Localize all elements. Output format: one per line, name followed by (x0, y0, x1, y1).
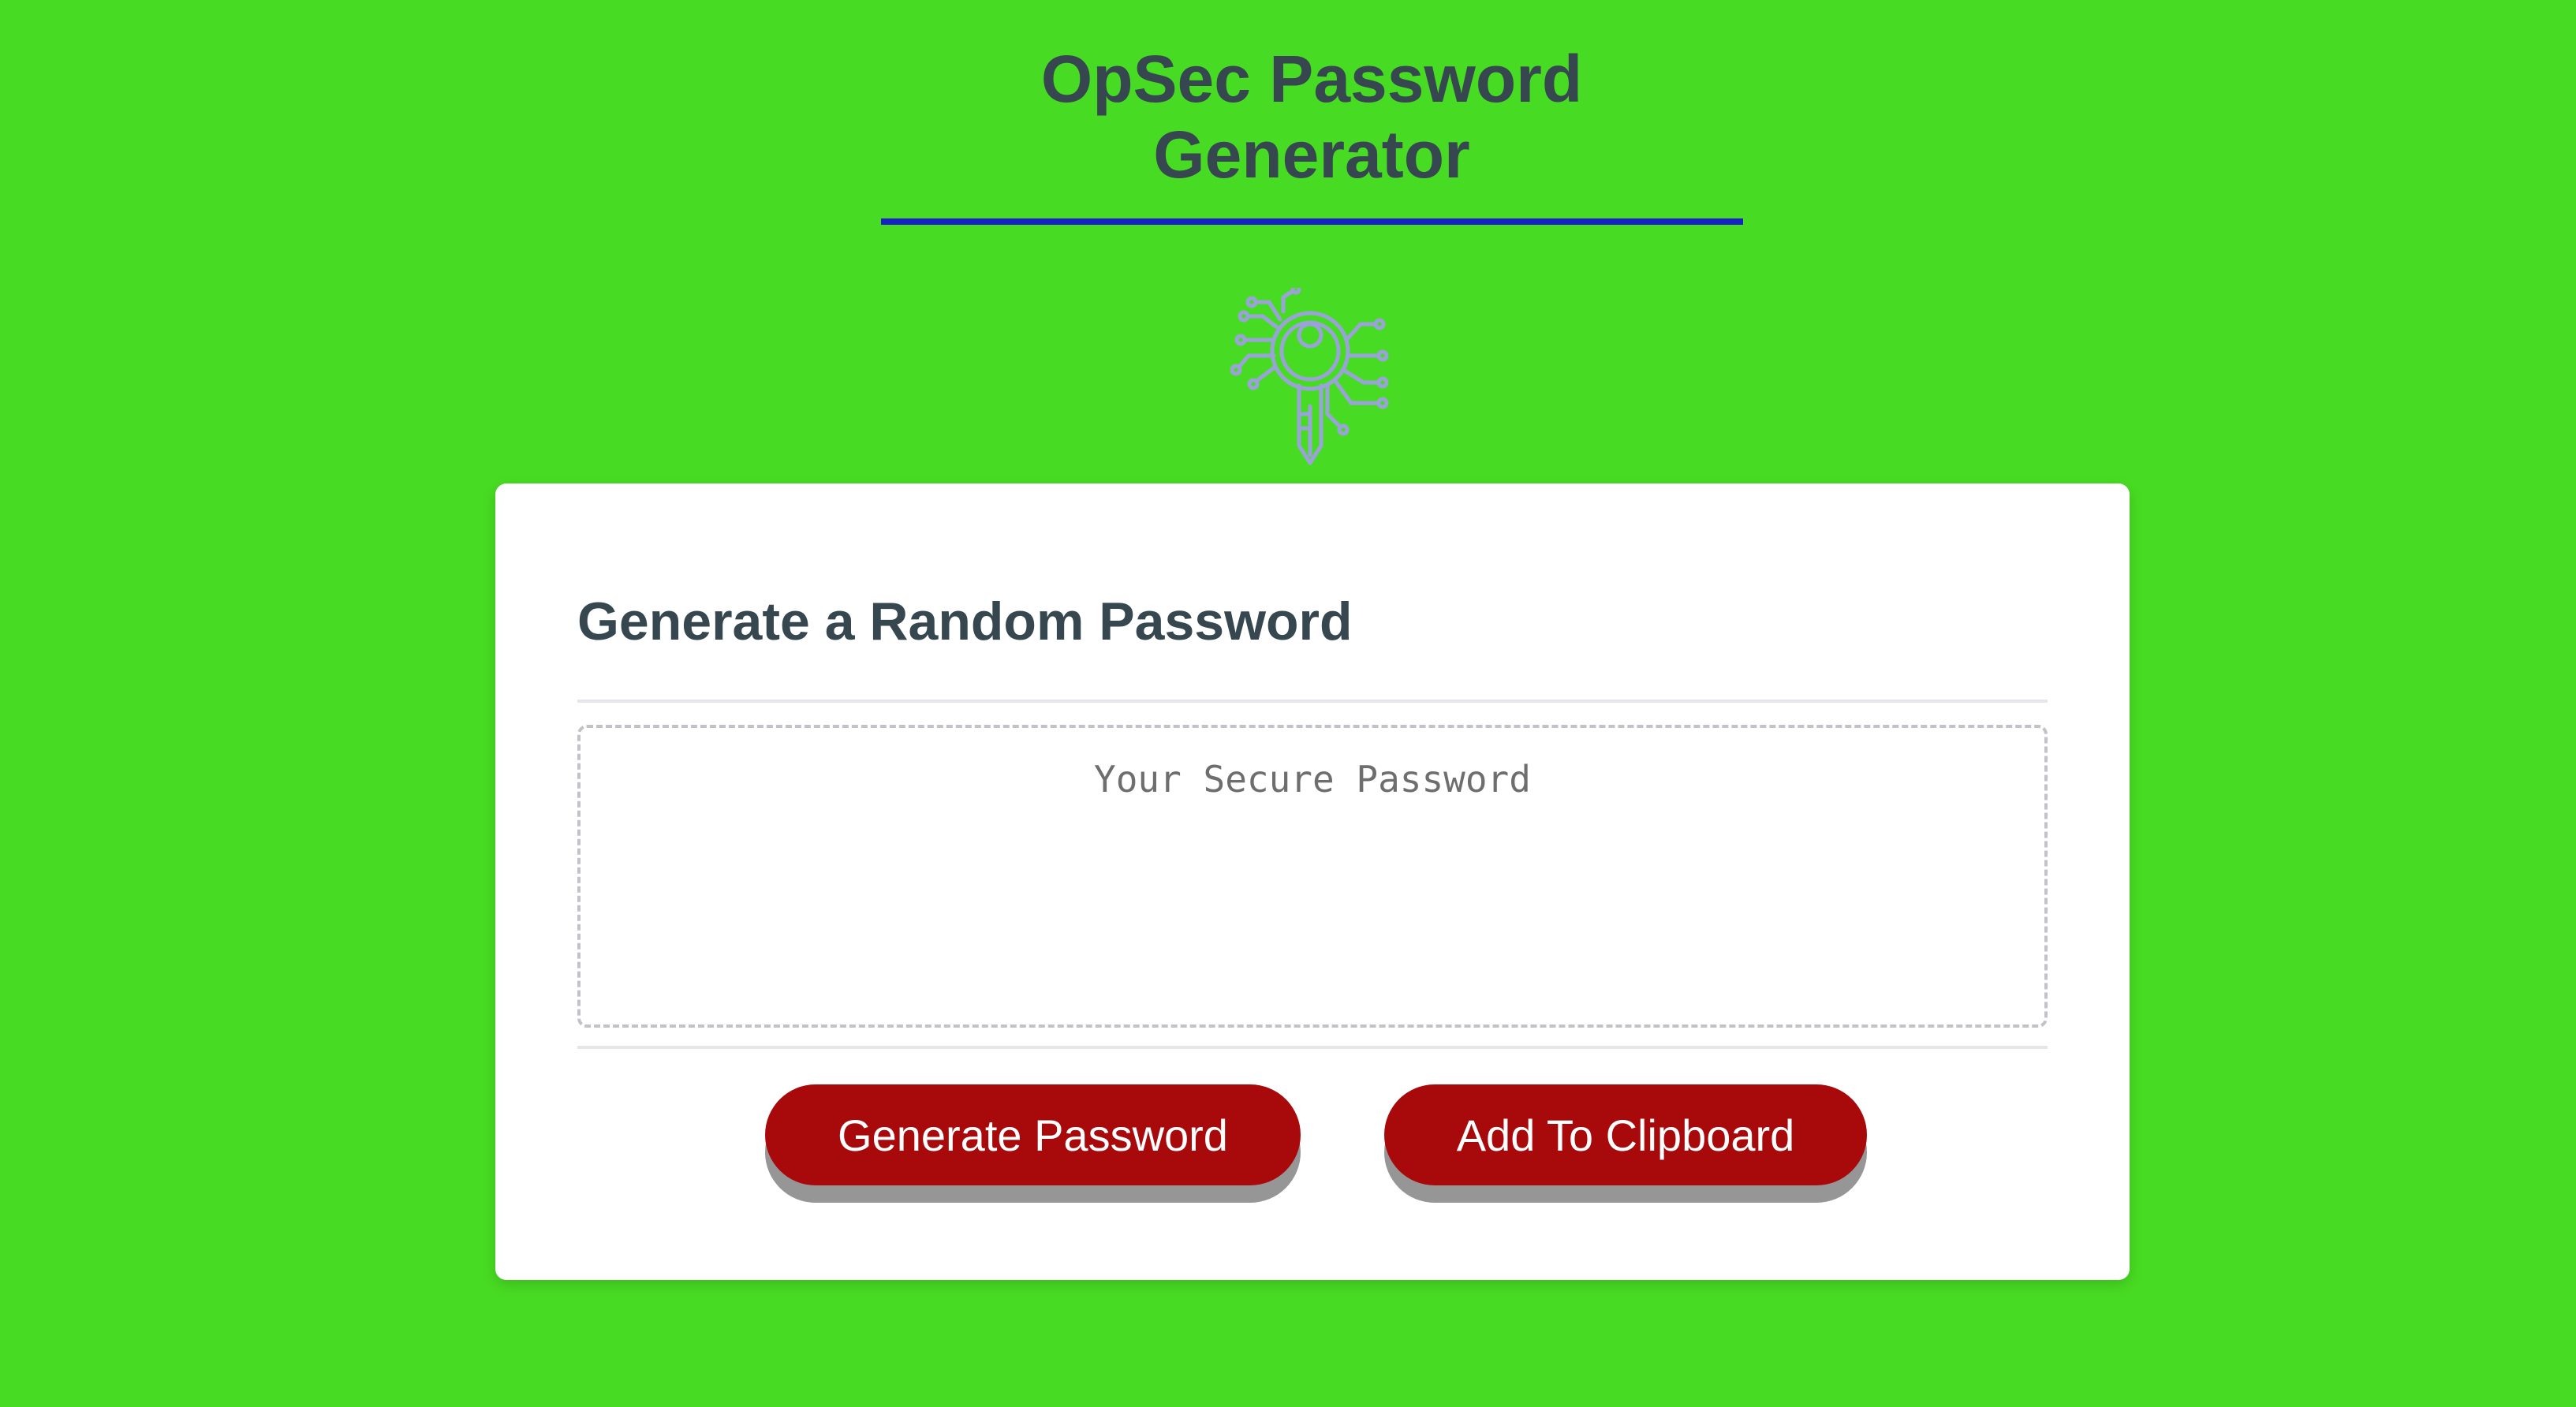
generate-password-button[interactable]: Generate Password (765, 1084, 1301, 1185)
password-output[interactable] (577, 725, 2048, 1028)
password-card: Generate a Random Password Generate Pass… (495, 483, 2130, 1280)
page-title-line-1: OpSec Password (1040, 42, 1583, 116)
card-heading: Generate a Random Password (577, 592, 1353, 651)
page-title: OpSec Password Generator (878, 41, 1745, 192)
title-underline (881, 218, 1743, 225)
page-title-line-2: Generator (1153, 118, 1470, 192)
card-footer-divider (577, 1046, 2048, 1049)
card-header-divider (577, 700, 2048, 703)
circuit-key-icon (1230, 288, 1389, 465)
add-to-clipboard-button[interactable]: Add To Clipboard (1384, 1084, 1867, 1185)
